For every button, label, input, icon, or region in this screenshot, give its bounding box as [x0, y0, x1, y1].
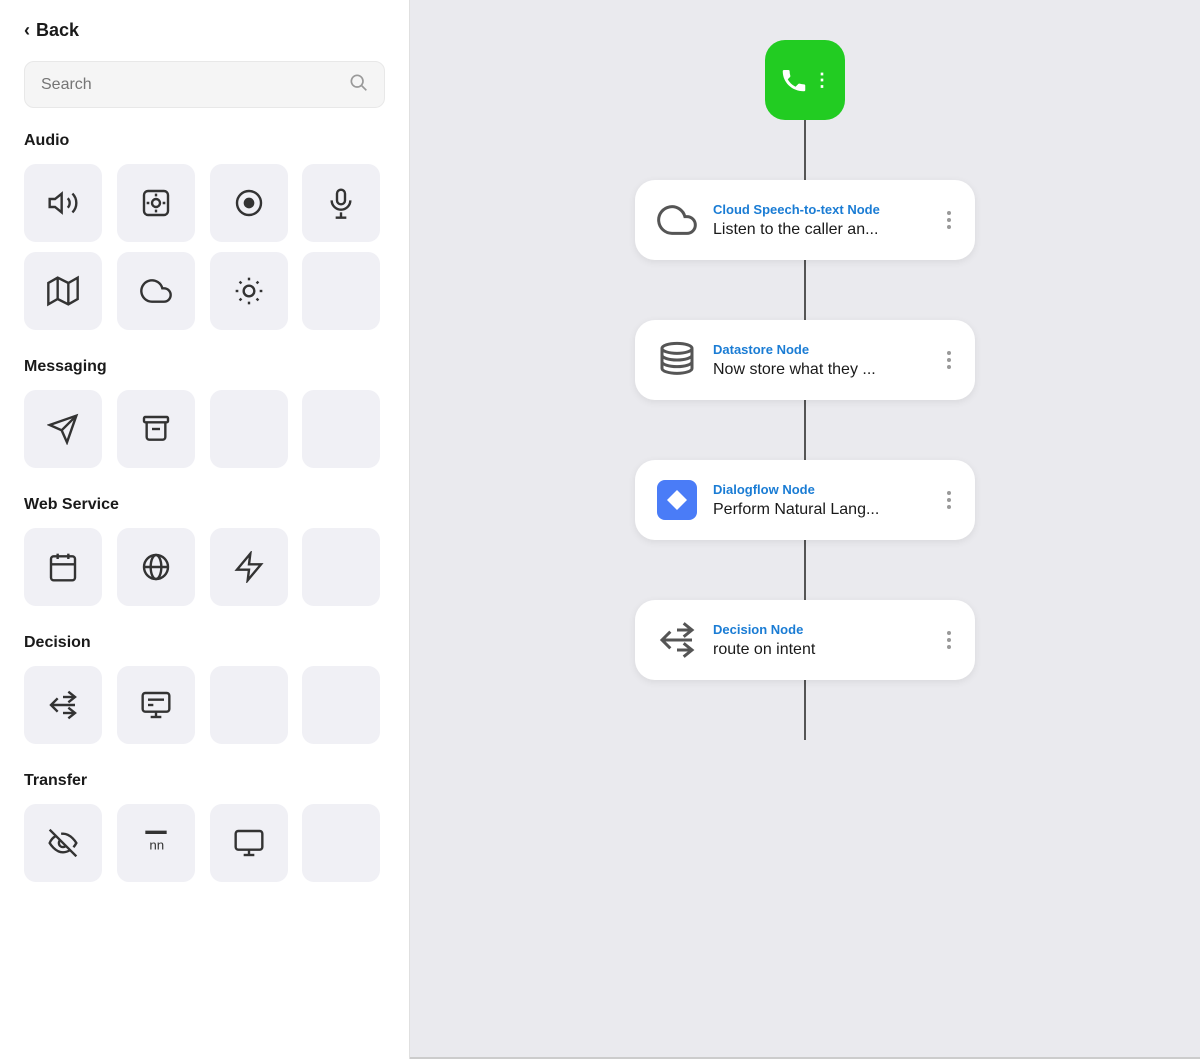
tr-overline-tile[interactable]: nn	[117, 804, 195, 882]
dec-monitor-tile[interactable]	[117, 666, 195, 744]
dec-route-tile[interactable]	[24, 666, 102, 744]
section-webservice-label: Web Service	[24, 496, 385, 514]
audio-record-tile[interactable]	[210, 164, 288, 242]
connector-2	[804, 260, 806, 320]
dialogflow-title: Dialogflow Node	[713, 482, 929, 497]
audio-map-tile[interactable]	[24, 252, 102, 330]
dec-empty1-tile	[210, 666, 288, 744]
cloud-speech-title: Cloud Speech-to-text Node	[713, 202, 929, 217]
section-decision-label: Decision	[24, 634, 385, 652]
cloud-speech-menu[interactable]	[943, 207, 955, 233]
dialogflow-svg-icon	[657, 480, 697, 520]
start-node-icons: ⋮	[779, 65, 831, 95]
datastore-content: Datastore Node Now store what they ...	[713, 342, 929, 379]
flow-node-dialogflow[interactable]: Dialogflow Node Perform Natural Lang...	[635, 460, 975, 540]
decision-menu[interactable]	[943, 627, 955, 653]
back-label: Back	[36, 20, 79, 41]
ws-empty-tile	[302, 528, 380, 606]
tr-eyeoff-tile[interactable]	[24, 804, 102, 882]
transfer-grid: nn	[24, 804, 385, 882]
cloud-speech-content: Cloud Speech-to-text Node Listen to the …	[713, 202, 929, 239]
audio-volume-tile[interactable]	[24, 164, 102, 242]
cloud-speech-icon	[655, 198, 699, 242]
back-arrow-icon: ‹	[24, 20, 30, 41]
decision-content: Decision Node route on intent	[713, 622, 929, 659]
back-button[interactable]: ‹ Back	[24, 20, 385, 41]
audio-empty-tile	[302, 252, 380, 330]
dialogflow-menu[interactable]	[943, 487, 955, 513]
messaging-grid	[24, 390, 385, 468]
dialogflow-icon	[655, 478, 699, 522]
dialogflow-content: Dialogflow Node Perform Natural Lang...	[713, 482, 929, 519]
dialogflow-desc: Perform Natural Lang...	[713, 501, 929, 519]
decision-grid	[24, 666, 385, 744]
search-box	[24, 61, 385, 108]
connector-3	[804, 400, 806, 460]
audio-grid	[24, 164, 385, 330]
decision-icon	[655, 618, 699, 662]
flow-node-decision[interactable]: Decision Node route on intent	[635, 600, 975, 680]
search-input[interactable]	[41, 76, 348, 94]
ws-lightning-tile[interactable]	[210, 528, 288, 606]
sidebar: ‹ Back Audio	[0, 0, 410, 1059]
decision-title: Decision Node	[713, 622, 929, 637]
datastore-desc: Now store what they ...	[713, 361, 929, 379]
audio-settings-tile[interactable]	[117, 164, 195, 242]
svg-text:nn: nn	[149, 838, 164, 853]
search-icon	[348, 72, 368, 97]
datastore-icon	[655, 338, 699, 382]
flow-node-cloud-speech[interactable]: Cloud Speech-to-text Node Listen to the …	[635, 180, 975, 260]
datastore-menu[interactable]	[943, 347, 955, 373]
audio-mic-tile[interactable]	[302, 164, 380, 242]
connector-5	[804, 680, 806, 740]
cloud-icon	[657, 200, 697, 240]
database-icon	[657, 340, 697, 380]
ws-globe-tile[interactable]	[117, 528, 195, 606]
section-messaging-label: Messaging	[24, 358, 385, 376]
webservice-grid	[24, 528, 385, 606]
connector-4	[804, 540, 806, 600]
canvas: ⋮ Cloud Speech-to-text Node Listen to th…	[410, 0, 1200, 1059]
tr-empty-tile	[302, 804, 380, 882]
section-audio-label: Audio	[24, 132, 385, 150]
msg-empty1-tile	[210, 390, 288, 468]
msg-archive-tile[interactable]	[117, 390, 195, 468]
tr-monitor2-tile[interactable]	[210, 804, 288, 882]
cloud-speech-desc: Listen to the caller an...	[713, 221, 929, 239]
decision-desc: route on intent	[713, 641, 929, 659]
dec-empty2-tile	[302, 666, 380, 744]
connector-1	[804, 120, 806, 180]
msg-empty2-tile	[302, 390, 380, 468]
audio-cloud-tile[interactable]	[117, 252, 195, 330]
start-node-dots: ⋮	[813, 70, 831, 91]
phone-icon	[779, 65, 809, 95]
audio-sun-tile[interactable]	[210, 252, 288, 330]
start-node[interactable]: ⋮	[765, 40, 845, 120]
datastore-title: Datastore Node	[713, 342, 929, 357]
section-transfer-label: Transfer	[24, 772, 385, 790]
decision-svg-icon	[657, 620, 697, 660]
flow-container: ⋮ Cloud Speech-to-text Node Listen to th…	[410, 0, 1200, 740]
msg-send-tile[interactable]	[24, 390, 102, 468]
ws-calendar-tile[interactable]	[24, 528, 102, 606]
flow-node-datastore[interactable]: Datastore Node Now store what they ...	[635, 320, 975, 400]
